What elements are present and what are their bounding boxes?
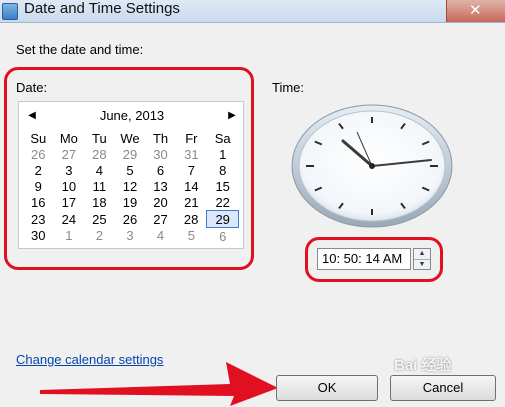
calendar-month-title[interactable]: June, 2013 (19, 108, 245, 123)
cancel-button[interactable]: Cancel (390, 375, 496, 401)
calendar-day[interactable]: 18 (84, 194, 115, 211)
calendar-grid: Su Mo Tu We Th Fr Sa 26 27 28 29 30 31 1 2 3 4 5 6 7 8 9 10 11 1… (23, 130, 239, 244)
calendar-day[interactable]: 14 (176, 178, 207, 194)
weekday-header: We (120, 130, 140, 146)
calendar-day[interactable]: 20 (145, 194, 176, 211)
weekday-header: Th (152, 130, 169, 146)
dialog-heading: Set the date and time: (16, 42, 144, 57)
weekday-header: Sa (214, 130, 231, 146)
weekday-header: Tu (92, 130, 107, 146)
close-icon: ✕ (469, 2, 482, 19)
calendar-day[interactable]: 5 (176, 228, 207, 245)
calendar-day[interactable]: 27 (54, 146, 85, 162)
calendar-day[interactable]: 30 (23, 228, 54, 245)
calendar-week-row: 9 10 11 12 13 14 15 (23, 178, 239, 194)
calendar-day[interactable]: 28 (84, 146, 115, 162)
calendar-day[interactable]: 13 (145, 178, 176, 194)
calendar-day[interactable]: 2 (23, 162, 54, 178)
red-arrow-annotation (40, 362, 278, 406)
weekday-header: Fr (185, 130, 198, 146)
calendar-day[interactable]: 27 (145, 211, 176, 228)
calendar-day[interactable]: 24 (54, 211, 85, 228)
calendar-day[interactable]: 5 (115, 162, 146, 178)
calendar: ◀ June, 2013 ▶ Su Mo Tu We Th Fr Sa 26 27 28 29 30 3… (18, 101, 244, 249)
calendar-day[interactable]: 17 (54, 194, 85, 211)
calendar-day[interactable]: 1 (54, 228, 85, 245)
watermark: Bai 经验 (394, 357, 452, 374)
calendar-day[interactable]: 26 (115, 211, 146, 228)
time-input[interactable]: 10: 50: 14 AM (317, 248, 411, 270)
calendar-day[interactable]: 6 (207, 228, 239, 245)
calendar-day[interactable]: 29 (115, 146, 146, 162)
ok-button[interactable]: OK (276, 375, 378, 401)
calendar-day[interactable]: 25 (84, 211, 115, 228)
calendar-day[interactable]: 3 (115, 228, 146, 245)
title-bar: Date and Time Settings ✕ (0, 0, 505, 23)
calendar-day[interactable]: 19 (115, 194, 146, 211)
window-title: Date and Time Settings (24, 0, 180, 17)
calendar-day[interactable]: 4 (84, 162, 115, 178)
time-label: Time: (272, 80, 305, 95)
calendar-day[interactable]: 8 (207, 162, 239, 178)
close-button[interactable]: ✕ (446, 0, 505, 22)
calendar-day[interactable]: 31 (176, 146, 207, 162)
next-month-icon[interactable]: ▶ (225, 109, 239, 123)
calendar-day[interactable]: 30 (145, 146, 176, 162)
date-label: Date: (16, 80, 48, 95)
calendar-day[interactable]: 28 (176, 211, 207, 228)
weekday-header: Mo (59, 130, 78, 146)
calendar-day[interactable]: 7 (176, 162, 207, 178)
calendar-week-row: 16 17 18 19 20 21 22 (23, 194, 239, 211)
calendar-week-row: 23 24 25 26 27 28 29 (23, 210, 239, 228)
calendar-day[interactable]: 12 (115, 178, 146, 194)
calendar-day[interactable]: 1 (207, 146, 239, 162)
calendar-day[interactable]: 11 (84, 178, 115, 194)
calendar-day[interactable]: 6 (145, 162, 176, 178)
calendar-day[interactable]: 15 (207, 178, 239, 194)
clock-app-icon (2, 3, 18, 20)
calendar-day[interactable]: 9 (23, 178, 54, 194)
calendar-header: ◀ June, 2013 ▶ (19, 106, 245, 126)
calendar-day-selected[interactable]: 29 (206, 210, 239, 228)
spin-up-icon[interactable]: ▲ (414, 249, 430, 260)
calendar-day[interactable]: 21 (176, 194, 207, 211)
spin-down-icon[interactable]: ▼ (414, 260, 430, 270)
calendar-day[interactable]: 16 (23, 194, 54, 211)
calendar-day[interactable]: 2 (84, 228, 115, 245)
calendar-day[interactable]: 23 (23, 211, 54, 228)
calendar-day[interactable]: 10 (54, 178, 85, 194)
calendar-day[interactable]: 22 (207, 194, 239, 211)
calendar-day[interactable]: 26 (23, 146, 54, 162)
calendar-day[interactable]: 4 (145, 228, 176, 245)
calendar-day[interactable]: 3 (54, 162, 85, 178)
calendar-week-row: 2345678 (23, 162, 239, 178)
calendar-week-row: 26 27 28 29 30 31 1 (23, 146, 239, 162)
calendar-week-row: 30 1 2 3 4 5 6 (23, 228, 239, 245)
analog-clock (291, 104, 453, 228)
time-spinner[interactable]: ▲ ▼ (413, 248, 431, 270)
weekday-header: Su (30, 130, 47, 146)
